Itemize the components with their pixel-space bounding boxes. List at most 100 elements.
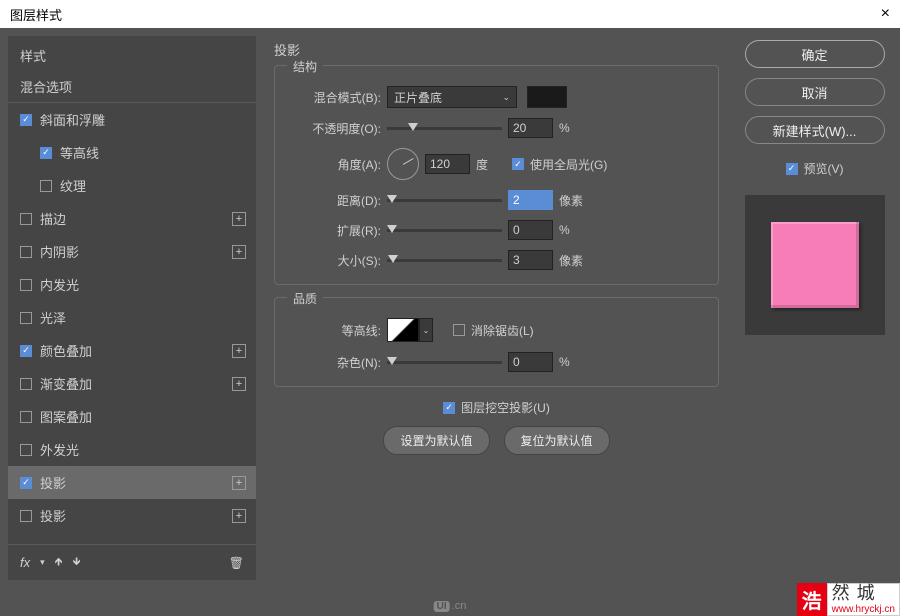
style-checkbox[interactable] — [20, 411, 32, 423]
trash-icon[interactable]: 🗑 — [229, 556, 244, 570]
add-effect-icon[interactable]: + — [232, 476, 246, 490]
preview-box — [745, 195, 885, 335]
size-slider[interactable] — [387, 259, 502, 262]
style-checkbox[interactable] — [20, 444, 32, 456]
styles-header[interactable]: 样式 — [8, 36, 256, 71]
settings-panel: 投影 结构 混合模式(B): 正片叠底 ⌄ 不透明度(O): % 角度(A): — [264, 36, 729, 580]
blend-mode-select[interactable]: 正片叠底 ⌄ — [387, 86, 517, 108]
structure-title: 结构 — [287, 58, 323, 75]
style-item[interactable]: 颜色叠加+ — [8, 334, 256, 367]
style-item[interactable]: 内发光 — [8, 268, 256, 301]
style-label: 斜面和浮雕 — [40, 110, 105, 129]
style-label: 等高线 — [60, 143, 99, 162]
uicn-text: .cn — [452, 600, 467, 612]
close-icon[interactable]: × — [881, 5, 890, 23]
new-style-button[interactable]: 新建样式(W)... — [745, 116, 885, 144]
style-item[interactable]: 斜面和浮雕 — [8, 103, 256, 136]
style-item[interactable]: 外发光 — [8, 433, 256, 466]
quality-title: 品质 — [287, 290, 323, 307]
size-unit: 像素 — [559, 252, 589, 269]
angle-row: 角度(A): 度 使用全局光(G) — [289, 148, 704, 180]
set-default-button[interactable]: 设置为默认值 — [383, 426, 489, 455]
style-checkbox[interactable] — [20, 510, 32, 522]
preview-swatch — [771, 222, 859, 308]
style-checkbox[interactable] — [20, 378, 32, 390]
knockout-row: 图层挖空投影(U) — [274, 399, 719, 416]
style-checkbox[interactable] — [20, 279, 32, 291]
dialog-title: 图层样式 — [10, 5, 62, 24]
style-checkbox[interactable] — [20, 114, 32, 126]
contour-select[interactable]: ⌄ — [387, 318, 433, 342]
cancel-button[interactable]: 取消 — [745, 78, 885, 106]
spread-input[interactable] — [508, 220, 553, 240]
preview-label: 预览(V) — [804, 160, 844, 177]
contour-swatch — [387, 318, 419, 342]
style-item[interactable]: 投影 + — [8, 499, 256, 532]
blend-mode-row: 混合模式(B): 正片叠底 ⌄ — [289, 86, 704, 108]
noise-row: 杂色(N): % — [289, 352, 704, 372]
ok-button[interactable]: 确定 — [745, 40, 885, 68]
style-label: 外发光 — [40, 440, 79, 459]
preview-checkbox[interactable] — [786, 163, 798, 175]
style-label: 投影 — [40, 506, 66, 525]
style-label: 纹理 — [60, 176, 86, 195]
opacity-input[interactable] — [508, 118, 553, 138]
style-label: 投影 — [40, 473, 66, 492]
noise-slider[interactable] — [387, 361, 502, 364]
watermark-char: 浩 — [797, 583, 827, 616]
distance-slider[interactable] — [387, 199, 502, 202]
style-item[interactable]: 内阴影 + — [8, 235, 256, 268]
opacity-slider[interactable] — [387, 127, 502, 130]
reset-default-button[interactable]: 复位为默认值 — [504, 426, 610, 455]
move-up-icon[interactable]: 🡹 — [55, 553, 63, 572]
style-checkbox[interactable] — [40, 180, 52, 192]
style-checkbox[interactable] — [20, 246, 32, 258]
knockout-checkbox[interactable] — [443, 402, 455, 414]
antialias-checkbox[interactable] — [453, 324, 465, 336]
angle-dial[interactable] — [387, 148, 419, 180]
style-checkbox[interactable] — [20, 477, 32, 489]
watermark-zh: 然 城 — [832, 584, 895, 604]
watermark-rest: 然 城 www.hryckj.cn — [827, 583, 900, 616]
spread-label: 扩展(R): — [289, 222, 381, 239]
spread-slider[interactable] — [387, 229, 502, 232]
section-title: 投影 — [274, 40, 719, 59]
style-label: 光泽 — [40, 308, 66, 327]
opacity-row: 不透明度(O): % — [289, 118, 704, 138]
style-item[interactable]: 渐变叠加+ — [8, 367, 256, 400]
add-effect-icon[interactable]: + — [232, 245, 246, 259]
angle-input[interactable] — [425, 154, 470, 174]
blend-options[interactable]: 混合选项 — [8, 71, 256, 103]
add-effect-icon[interactable]: + — [232, 212, 246, 226]
add-effect-icon[interactable]: + — [232, 377, 246, 391]
style-item[interactable]: 等高线 — [8, 136, 256, 169]
global-light-checkbox[interactable] — [512, 158, 524, 170]
watermark: 浩 然 城 www.hryckj.cn — [797, 583, 900, 616]
style-checkbox[interactable] — [20, 312, 32, 324]
distance-input[interactable] — [508, 190, 553, 210]
style-item[interactable]: 纹理 — [8, 169, 256, 202]
distance-unit: 像素 — [559, 192, 589, 209]
add-effect-icon[interactable]: + — [232, 344, 246, 358]
style-checkbox[interactable] — [40, 147, 52, 159]
angle-label: 角度(A): — [289, 156, 381, 173]
fx-chevron-icon: ▾ — [40, 557, 45, 568]
style-checkbox[interactable] — [20, 213, 32, 225]
shadow-color-swatch[interactable] — [527, 86, 567, 108]
noise-input[interactable] — [508, 352, 553, 372]
move-down-icon[interactable]: 🡻 — [73, 553, 81, 572]
style-item[interactable]: 投影 + — [8, 466, 256, 499]
style-item[interactable]: 光泽 — [8, 301, 256, 334]
distance-label: 距离(D): — [289, 192, 381, 209]
style-label: 描边 — [40, 209, 66, 228]
style-label: 内阴影 — [40, 242, 79, 261]
contour-row: 等高线: ⌄ 消除锯齿(L) — [289, 318, 704, 342]
style-item[interactable]: 图案叠加 — [8, 400, 256, 433]
add-effect-icon[interactable]: + — [232, 509, 246, 523]
style-item[interactable]: 描边 + — [8, 202, 256, 235]
fx-label[interactable]: fx — [20, 555, 30, 570]
size-input[interactable] — [508, 250, 553, 270]
opacity-unit: % — [559, 121, 589, 135]
opacity-label: 不透明度(O): — [289, 120, 381, 137]
style-checkbox[interactable] — [20, 345, 32, 357]
